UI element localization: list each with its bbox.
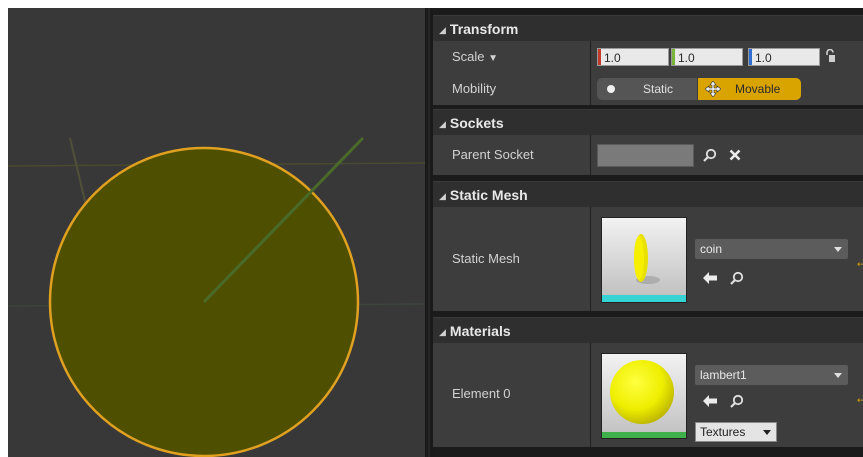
move-arrows-icon [705, 81, 721, 97]
chevron-down-icon [834, 247, 842, 252]
reset-to-default-icon[interactable]: ↩ [857, 259, 863, 270]
scale-label[interactable]: Scale ▼ [452, 49, 498, 64]
parent-socket-field[interactable] [597, 144, 694, 167]
coin-thumbnail-image [602, 218, 686, 302]
collapse-triangle-icon: ◢ [439, 25, 446, 35]
static-mesh-section-header[interactable]: ◢ Static Mesh [433, 181, 863, 207]
element-0-label: Element 0 [452, 386, 511, 401]
mobility-movable-option[interactable]: Movable [698, 78, 801, 100]
sockets-header-label: Sockets [449, 115, 504, 131]
scale-row: Scale ▼ 1.0 1.0 1.0 [433, 41, 863, 73]
use-selected-arrow-icon[interactable] [703, 395, 717, 407]
scale-y-field[interactable]: 1.0 [671, 48, 743, 66]
close-icon[interactable] [729, 149, 741, 161]
panel-splitter[interactable] [425, 8, 433, 457]
scale-label-cell: Scale ▼ [433, 41, 591, 73]
static-mesh-thumbnail[interactable] [601, 217, 687, 303]
parent-socket-label-cell: Parent Socket [433, 135, 591, 175]
scale-label-text: Scale [452, 49, 485, 64]
editor-frame: ◢ Transform Scale ▼ 1.0 1.0 1.0 Mobility… [8, 8, 863, 457]
material-thumbnail[interactable] [601, 353, 687, 439]
collapse-triangle-icon: ◢ [439, 327, 446, 337]
material-sphere-image [602, 354, 686, 438]
material-name: lambert1 [700, 368, 747, 382]
chevron-down-icon [834, 373, 842, 378]
lock-icon[interactable] [825, 49, 835, 63]
z-axis-color-bar [749, 49, 752, 65]
scale-z-value: 1.0 [755, 51, 772, 65]
browse-search-icon[interactable] [730, 271, 744, 285]
static-mesh-label: Static Mesh [452, 251, 520, 266]
mobility-toggle: Static Movable [597, 78, 801, 100]
mobility-row: Mobility Static Movable [433, 73, 863, 105]
mobility-label-cell: Mobility [433, 73, 591, 105]
textures-button-label: Textures [700, 425, 746, 439]
static-mesh-row: Static Mesh coin ↩ [433, 207, 863, 311]
search-icon[interactable] [703, 148, 717, 162]
scale-x-value: 1.0 [604, 51, 621, 65]
materials-section-header[interactable]: ◢ Materials [433, 317, 863, 343]
browse-search-icon[interactable] [730, 394, 744, 408]
parent-socket-row: Parent Socket [433, 135, 863, 175]
static-mesh-asset-name: coin [700, 242, 723, 256]
element-0-row: Element 0 lambert1 Textures ↩ [433, 343, 863, 447]
use-selected-arrow-icon[interactable] [703, 272, 717, 284]
collapse-triangle-icon: ◢ [439, 191, 446, 201]
details-panel: ◢ Transform Scale ▼ 1.0 1.0 1.0 Mobility… [433, 8, 863, 457]
transform-header-label: Transform [449, 21, 519, 37]
static-mesh-label-cell: Static Mesh [433, 207, 591, 311]
scale-x-field[interactable]: 1.0 [597, 48, 669, 66]
chevron-down-icon: ▼ [488, 53, 499, 64]
x-axis-color-bar [598, 49, 601, 65]
collapse-triangle-icon: ◢ [439, 119, 446, 129]
static-mesh-header-label: Static Mesh [449, 187, 528, 203]
element-0-label-cell: Element 0 [433, 343, 591, 447]
parent-socket-label: Parent Socket [452, 147, 534, 162]
viewport-canvas [8, 136, 425, 457]
mobility-label: Mobility [452, 81, 497, 96]
mobility-static-option[interactable]: Static [597, 78, 697, 100]
y-axis-color-bar [672, 49, 675, 65]
scale-y-value: 1.0 [678, 51, 695, 65]
level-viewport[interactable] [8, 8, 425, 457]
transform-section-header[interactable]: ◢ Transform [433, 15, 863, 41]
materials-header-label: Materials [449, 323, 511, 339]
sockets-section-header[interactable]: ◢ Sockets [433, 109, 863, 135]
scale-z-field[interactable]: 1.0 [748, 48, 820, 66]
material-combo[interactable]: lambert1 [695, 365, 848, 385]
static-mesh-asset-combo[interactable]: coin [695, 239, 848, 259]
mobility-static-label: Static [643, 82, 674, 96]
static-dot-icon [607, 85, 615, 93]
reset-to-default-icon[interactable]: ↩ [857, 395, 863, 406]
chevron-down-icon [763, 430, 771, 435]
textures-dropdown-button[interactable]: Textures [695, 422, 777, 442]
mobility-movable-label: Movable [735, 82, 781, 96]
